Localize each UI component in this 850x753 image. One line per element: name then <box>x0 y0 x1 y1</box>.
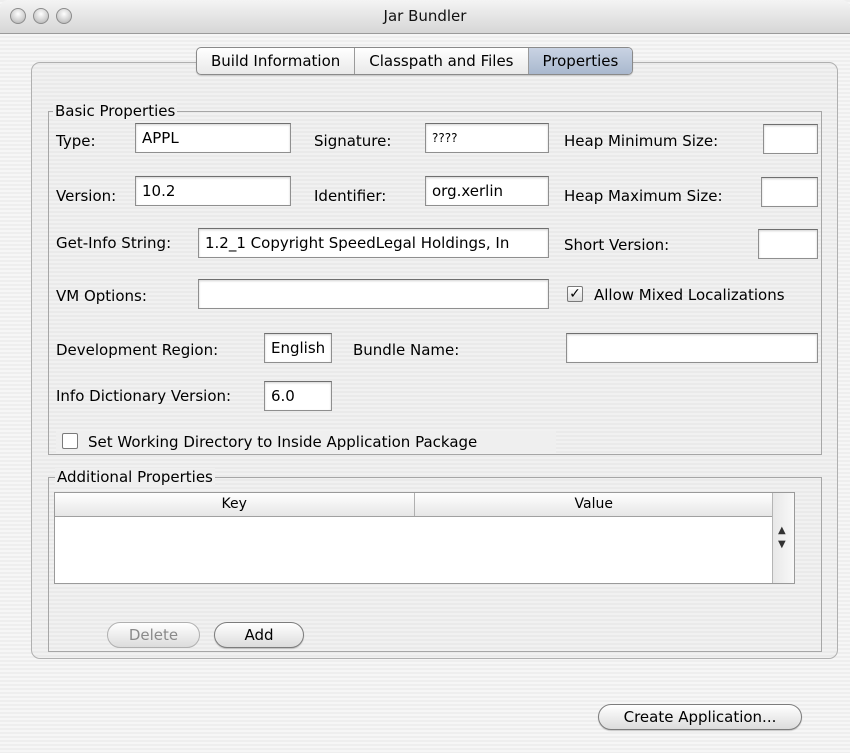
vm-options-label: VM Options: <box>56 287 147 305</box>
tab-bar: Build Information Classpath and Files Pr… <box>196 47 634 75</box>
tab-build-information[interactable]: Build Information <box>197 48 356 74</box>
getinfo-field[interactable]: 1.2_1 Copyright SpeedLegal Holdings, In <box>198 228 549 258</box>
table-scrollbar[interactable]: ▲ ▼ <box>772 493 794 583</box>
type-field[interactable]: APPL <box>135 123 291 153</box>
heap-min-label: Heap Minimum Size: <box>564 132 719 150</box>
signature-label: Signature: <box>314 132 392 150</box>
window-title: Jar Bundler <box>383 7 467 25</box>
version-field[interactable]: 10.2 <box>135 176 291 206</box>
identifier-label: Identifier: <box>314 187 387 205</box>
additional-properties-label: Additional Properties <box>55 468 215 486</box>
dev-region-label: Development Region: <box>56 341 219 359</box>
scroll-down-icon[interactable]: ▼ <box>778 539 786 550</box>
basic-properties-label: Basic Properties <box>53 102 178 120</box>
working-dir-label: Set Working Directory to Inside Applicat… <box>88 433 478 451</box>
version-label: Version: <box>56 187 117 205</box>
heap-min-field[interactable] <box>763 124 818 154</box>
info-dictionary-label: Info Dictionary Version: <box>56 387 232 405</box>
heap-max-field[interactable] <box>761 177 818 207</box>
dev-region-field[interactable]: English <box>264 333 332 363</box>
delete-button[interactable]: Delete <box>107 622 200 648</box>
key-column-header[interactable]: Key <box>55 493 414 516</box>
bundle-name-label: Bundle Name: <box>353 341 460 359</box>
create-application-button[interactable]: Create Application... <box>598 704 802 730</box>
allow-mixed-localizations-checkbox[interactable]: ✓ <box>567 286 583 302</box>
jar-bundler-window: Jar Bundler Build Information Classpath … <box>0 0 850 753</box>
bundle-name-field[interactable] <box>566 333 818 363</box>
getinfo-label: Get-Info String: <box>56 234 172 252</box>
short-version-label: Short Version: <box>564 236 670 254</box>
vm-options-field[interactable] <box>198 279 549 309</box>
type-label: Type: <box>56 132 96 150</box>
working-dir-checkbox[interactable] <box>62 433 78 449</box>
properties-table[interactable]: Key Value ▲ ▼ <box>54 492 795 584</box>
info-dictionary-field[interactable]: 6.0 <box>264 381 332 411</box>
allow-mixed-localizations-label: Allow Mixed Localizations <box>594 286 785 304</box>
scroll-up-icon[interactable]: ▲ <box>778 525 786 536</box>
title-bar: Jar Bundler <box>0 0 850 34</box>
identifier-field[interactable]: org.xerlin <box>425 176 549 206</box>
value-column-header[interactable]: Value <box>413 493 774 516</box>
tab-properties[interactable]: Properties <box>528 48 633 74</box>
tab-classpath-and-files[interactable]: Classpath and Files <box>355 48 529 74</box>
heap-max-label: Heap Maximum Size: <box>564 187 723 205</box>
short-version-field[interactable] <box>758 229 818 259</box>
add-button[interactable]: Add <box>214 622 304 648</box>
signature-field[interactable]: ???? <box>425 123 549 153</box>
table-header: Key Value <box>55 493 773 517</box>
